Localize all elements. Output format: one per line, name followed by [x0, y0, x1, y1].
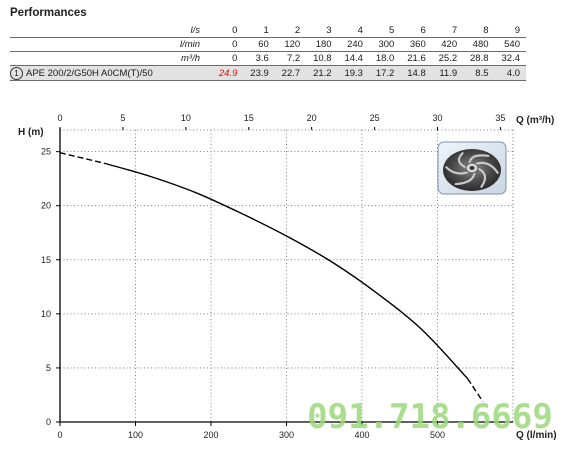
y-tick-label: 0	[46, 417, 51, 427]
y-tick-label: 25	[41, 147, 51, 157]
x-tick-label: 100	[128, 430, 143, 440]
x-axis-title: Q (l/min)	[516, 430, 557, 441]
y-tick-label: 10	[41, 309, 51, 319]
x2-tick-label: 25	[370, 113, 380, 123]
x2-tick-label: 35	[495, 113, 505, 123]
x2-tick-label: 20	[307, 113, 317, 123]
x2-tick-label: 5	[120, 113, 125, 123]
x2-tick-label: 30	[432, 113, 442, 123]
x-tick-label: 0	[57, 430, 62, 440]
impeller-icon	[437, 141, 507, 195]
y-tick-label: 20	[41, 201, 51, 211]
performance-chart: 05101520250 100 200 300 400 5000 5 10 15 20 25 30 35…	[18, 113, 557, 441]
curve-solid	[105, 162, 469, 380]
x2-tick-label: 0	[57, 113, 62, 123]
x2-tick-label: 15	[244, 113, 254, 123]
y-tick-label: 15	[41, 255, 51, 265]
x2-axis-title: Q (m³/h)	[516, 115, 554, 126]
x2-tick-label: 10	[181, 113, 191, 123]
x-tick-label: 300	[279, 430, 294, 440]
curve-dashed-start	[59, 152, 106, 165]
y-axis-title: H (m)	[18, 127, 44, 138]
y-tick-label: 5	[46, 363, 51, 373]
x-tick-label: 200	[203, 430, 218, 440]
